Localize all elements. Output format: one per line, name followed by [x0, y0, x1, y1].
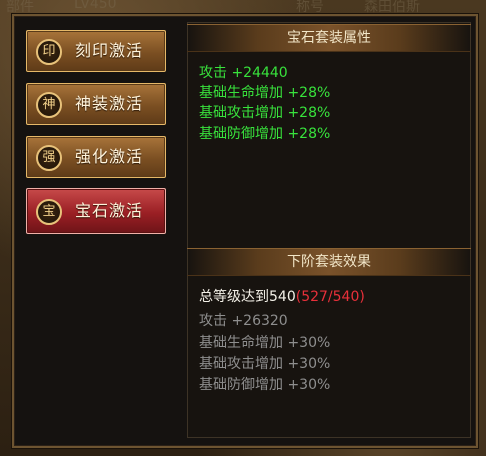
background-level-text: LV450 [74, 0, 117, 12]
next-defense-bonus-stat: 基础防御增加 +30% [199, 377, 331, 393]
tab-label: 神装激活 [75, 94, 144, 113]
gem-seal-icon: 宝 [36, 199, 62, 225]
next-set-requirement: 总等级达到540(527/540) [199, 288, 365, 306]
tab-label: 刻印激活 [75, 41, 144, 60]
tab-enhance-activation[interactable]: 强 强化激活 [26, 136, 166, 178]
next-attack-stat: 攻击 +26320 [199, 313, 288, 329]
current-attack-stat: 攻击 +24440 [199, 65, 288, 81]
tab-label: 宝石激活 [75, 201, 144, 220]
next-attack-bonus-stat: 基础攻击增加 +30% [199, 356, 331, 372]
requirement-progress: (527/540) [295, 289, 365, 305]
tab-engrave-activation[interactable]: 印 刻印激活 [26, 30, 166, 72]
tab-gem-activation[interactable]: 宝 宝石激活 [26, 188, 166, 234]
current-hp-bonus-stat: 基础生命增加 +28% [199, 85, 331, 101]
divine-seal-icon: 神 [36, 92, 62, 118]
next-set-header: 下阶套装效果 [187, 248, 471, 276]
tab-divine-gear-activation[interactable]: 神 神装激活 [26, 83, 166, 125]
current-set-header: 宝石套装属性 [187, 24, 471, 52]
tab-label: 强化激活 [75, 147, 144, 166]
requirement-text: 总等级达到540 [199, 289, 296, 305]
engrave-seal-icon: 印 [36, 39, 62, 65]
next-hp-bonus-stat: 基础生命增加 +30% [199, 335, 331, 351]
enhance-seal-icon: 强 [36, 145, 62, 171]
current-attack-bonus-stat: 基础攻击增加 +28% [199, 105, 331, 121]
current-defense-bonus-stat: 基础防御增加 +28% [199, 126, 331, 142]
